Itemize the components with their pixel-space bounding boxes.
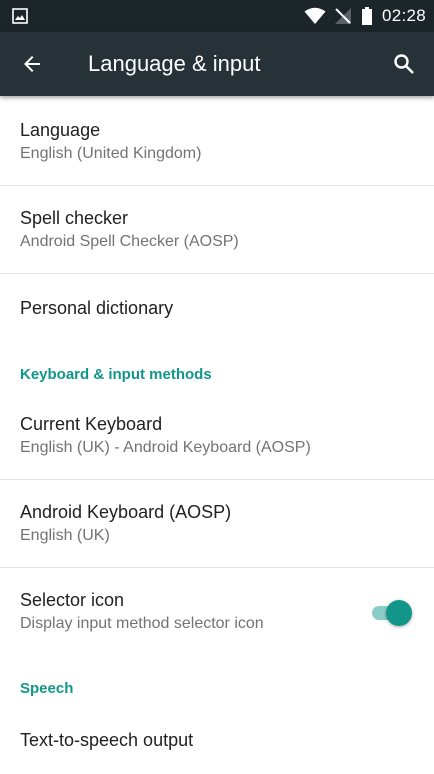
current-keyboard-item[interactable]: Current Keyboard English (UK) - Android … (0, 392, 434, 480)
text-to-speech-item[interactable]: Text-to-speech output (0, 706, 434, 774)
language-title: Language (20, 120, 101, 140)
gallery-icon (12, 8, 28, 24)
text-to-speech-title: Text-to-speech output (20, 730, 194, 750)
current-keyboard-title: Current Keyboard (20, 414, 163, 434)
battery-icon (361, 7, 372, 25)
back-arrow-icon[interactable] (20, 52, 44, 76)
status-bar: 02:28 (0, 0, 434, 32)
spell-checker-title: Spell checker (20, 208, 129, 228)
spell-checker-item[interactable]: Spell checker Android Spell Checker (AOS… (0, 186, 434, 274)
page-title: Language & input (88, 51, 261, 76)
current-keyboard-summary: English (UK) - Android Keyboard (AOSP) (20, 439, 311, 456)
android-keyboard-title: Android Keyboard (AOSP) (20, 502, 232, 522)
selector-icon-switch[interactable] (370, 600, 412, 626)
android-keyboard-summary: English (UK) (20, 527, 110, 544)
language-item[interactable]: Language English (United Kingdom) (0, 98, 434, 186)
spell-checker-summary: Android Spell Checker (AOSP) (20, 233, 239, 250)
settings-list: Language English (United Kingdom) Spell … (0, 98, 434, 774)
search-icon[interactable] (392, 52, 416, 76)
android-keyboard-item[interactable]: Android Keyboard (AOSP) English (UK) (0, 480, 434, 568)
app-bar: Language & input (0, 32, 434, 96)
personal-dictionary-item[interactable]: Personal dictionary (0, 274, 434, 342)
switch-thumb (386, 600, 412, 626)
no-signal-icon (334, 7, 352, 25)
speech-section-header: Speech (20, 680, 74, 697)
keyboard-section-header: Keyboard & input methods (20, 366, 212, 383)
wifi-icon (304, 7, 326, 25)
selector-icon-item[interactable]: Selector icon Display input method selec… (0, 568, 434, 656)
status-clock: 02:28 (381, 6, 426, 25)
personal-dictionary-title: Personal dictionary (20, 298, 174, 318)
language-summary: English (United Kingdom) (20, 145, 202, 162)
